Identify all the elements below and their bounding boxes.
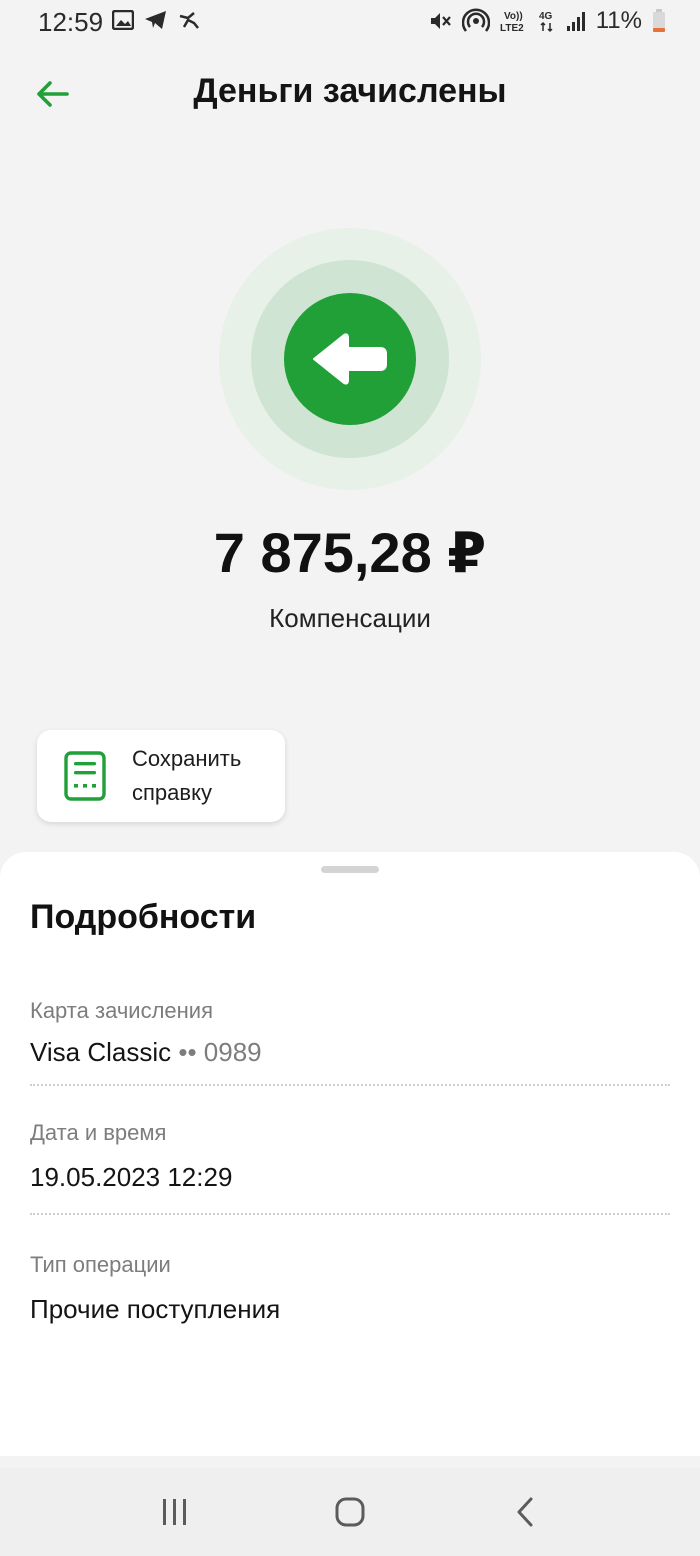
card-value: Visa Classic •• 0989 xyxy=(30,1037,262,1068)
datetime-value: 19.05.2023 12:29 xyxy=(30,1162,233,1192)
document-icon xyxy=(64,751,106,801)
home-icon xyxy=(335,1497,365,1527)
transaction-amount: 7 875,28 ₽ xyxy=(213,521,487,584)
image-icon xyxy=(112,10,134,30)
system-nav-bar xyxy=(0,1468,700,1556)
signal-icon xyxy=(566,12,585,31)
battery-icon xyxy=(653,9,665,32)
battery-percent: 11% xyxy=(595,7,642,34)
recents-button[interactable] xyxy=(145,1482,205,1542)
card-label: Карта зачисления xyxy=(30,998,213,1023)
save-receipt-label: Сохранить справку xyxy=(132,746,242,805)
nav-back-button[interactable] xyxy=(495,1482,555,1542)
details-sheet: Подробности Карта зачисления Visa Classi… xyxy=(0,852,700,1456)
status-bar: 12:59 Vo)) LTE2 4G 11% xyxy=(0,0,700,44)
volte-icon: Vo)) LTE2 xyxy=(500,11,524,34)
4g-icon: 4G xyxy=(539,11,553,33)
status-time: 12:59 xyxy=(38,7,104,37)
svg-text:4G: 4G xyxy=(539,11,553,22)
status-system-icons: Vo)) LTE2 4G 11% xyxy=(428,7,666,35)
svg-text:LTE2: LTE2 xyxy=(500,23,524,34)
screen: 12:59 Vo)) LTE2 4G 11% Деньги зачислены … xyxy=(0,0,700,1556)
card-name: Visa Classic xyxy=(30,1037,172,1067)
divider xyxy=(30,1213,670,1215)
transaction-category: Компенсации xyxy=(269,603,431,633)
app-icon xyxy=(179,12,199,29)
details-title: Подробности xyxy=(30,898,257,936)
svg-text:Vo)): Vo)) xyxy=(504,11,523,22)
status-notification-icons xyxy=(112,10,200,30)
telegram-icon xyxy=(145,11,166,29)
operation-value: Прочие поступления xyxy=(30,1294,281,1324)
recents-icon xyxy=(163,1499,187,1525)
home-button[interactable] xyxy=(320,1482,380,1542)
incoming-arrow-icon xyxy=(284,293,416,425)
mute-icon xyxy=(430,13,451,29)
datetime-label: Дата и время xyxy=(30,1120,167,1145)
sheet-drag-handle[interactable] xyxy=(321,866,379,873)
page-title: Деньги зачислены xyxy=(193,72,507,110)
hotspot-icon xyxy=(461,8,490,32)
save-receipt-button[interactable]: Сохранить справку xyxy=(37,730,285,822)
operation-label: Тип операции xyxy=(30,1252,171,1277)
back-icon xyxy=(517,1497,533,1527)
card-mask: •• 0989 xyxy=(178,1037,262,1067)
divider xyxy=(30,1084,670,1086)
